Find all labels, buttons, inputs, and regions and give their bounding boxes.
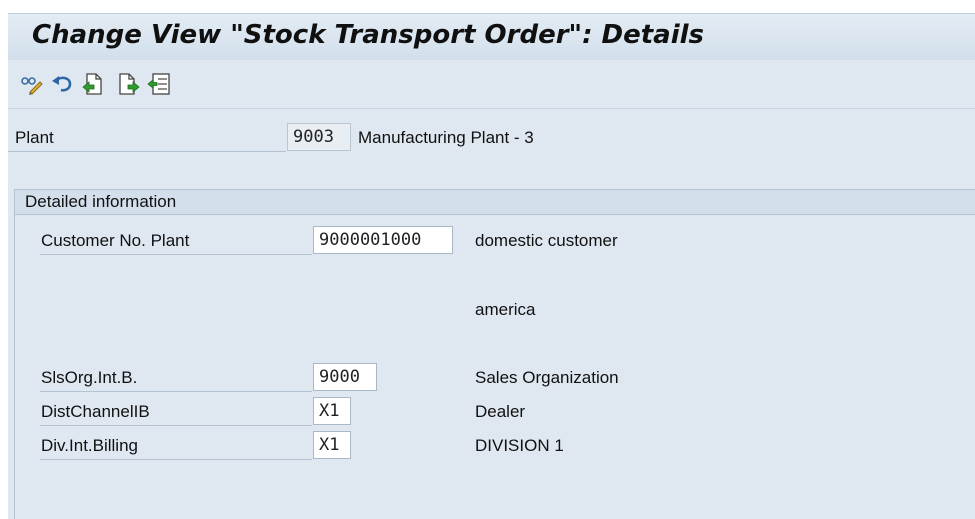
- undo-icon: [52, 76, 72, 92]
- sales-org-label: SlsOrg.Int.B.: [41, 368, 138, 387]
- sales-org-description: Sales Organization: [475, 368, 619, 387]
- division-description: DIVISION 1: [475, 436, 564, 455]
- undo-button[interactable]: [50, 72, 74, 96]
- select-all-icon: [147, 73, 170, 95]
- customer-no-plant-field[interactable]: 9000001000: [313, 226, 453, 254]
- previous-entry-button[interactable]: [81, 72, 105, 96]
- division-label-underline: [40, 459, 312, 460]
- division-field[interactable]: X1: [313, 431, 351, 459]
- customer-region: america: [475, 300, 536, 319]
- previous-entry-icon: [82, 73, 102, 95]
- dist-channel-label: DistChannelIB: [41, 402, 150, 421]
- plant-field[interactable]: 9003: [287, 123, 351, 151]
- page-title: Change View "Stock Transport Order": Det…: [32, 20, 705, 50]
- sap-window: Change View "Stock Transport Order": Det…: [0, 0, 975, 519]
- customer-label-underline: [40, 254, 312, 255]
- plant-label-underline: [8, 151, 286, 152]
- application-toolbar: [8, 60, 975, 109]
- screen-area: Plant 9003 Manufacturing Plant - 3 Detai…: [8, 109, 975, 519]
- dist-channel-description: Dealer: [475, 402, 526, 421]
- plant-description: Manufacturing Plant - 3: [358, 128, 534, 147]
- group-title: Detailed information: [25, 192, 177, 211]
- customer-description: domestic customer: [475, 231, 618, 250]
- display-change-icon: [21, 77, 43, 95]
- customer-no-plant-label: Customer No. Plant: [41, 231, 190, 250]
- sales-org-label-underline: [40, 391, 312, 392]
- detailed-information-group: Detailed information Customer No. Plant …: [14, 189, 975, 519]
- sales-org-field[interactable]: 9000: [313, 363, 377, 391]
- dist-channel-label-underline: [40, 425, 312, 426]
- display-change-button[interactable]: [20, 72, 44, 96]
- dist-channel-field[interactable]: X1: [313, 397, 351, 425]
- plant-label: Plant: [15, 128, 54, 147]
- title-bar: Change View "Stock Transport Order": Det…: [8, 13, 975, 61]
- next-entry-button[interactable]: [117, 72, 141, 96]
- next-entry-icon: [119, 73, 140, 95]
- select-all-button[interactable]: [147, 72, 171, 96]
- division-label: Div.Int.Billing: [41, 436, 138, 455]
- group-header: Detailed information: [15, 190, 975, 215]
